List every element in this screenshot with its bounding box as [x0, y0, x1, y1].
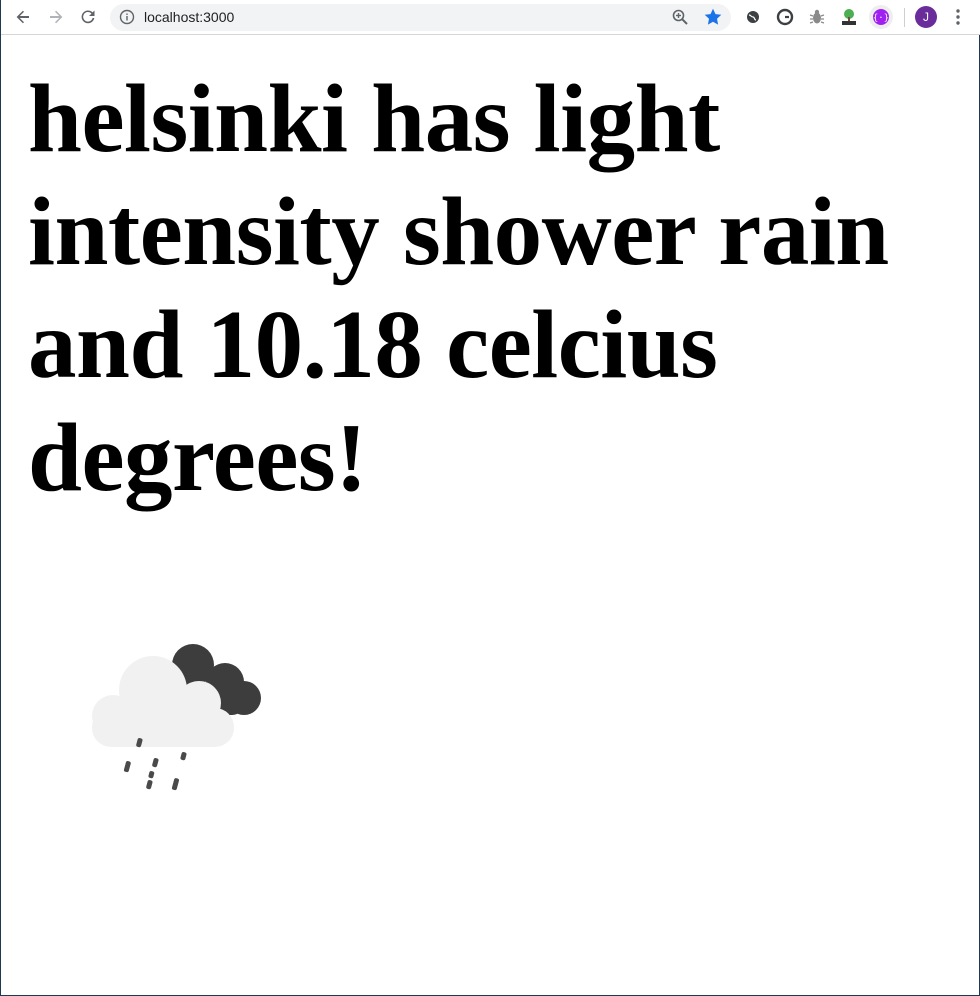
- address-bar[interactable]: localhost:3000: [110, 4, 731, 31]
- light-intensity-shower-rain-icon: [92, 644, 261, 791]
- url-text[interactable]: localhost:3000: [144, 9, 234, 26]
- browser-toolbar: localhost:3000 {·} J: [1, 0, 980, 35]
- weather-headline: helsinki has light intensity shower rain…: [28, 65, 889, 511]
- extension-html-tree[interactable]: [839, 7, 859, 27]
- extension-graphql[interactable]: {·}: [869, 5, 893, 29]
- tree-icon: [842, 9, 856, 25]
- reload-button[interactable]: [76, 5, 100, 29]
- info-icon[interactable]: [119, 9, 135, 25]
- back-button[interactable]: [11, 5, 35, 29]
- extension-bug[interactable]: [807, 7, 827, 27]
- globe-icon: [747, 11, 759, 23]
- arrow-right-icon: [50, 10, 63, 24]
- g-circle-icon: [776, 8, 794, 26]
- forward-button[interactable]: [44, 5, 68, 29]
- toolbar-separator: [904, 8, 905, 27]
- purple-braces-icon: {·}: [873, 9, 889, 25]
- zoom-icon[interactable]: [671, 8, 689, 26]
- svg-text:{·}: {·}: [873, 14, 889, 24]
- bug-icon: [809, 9, 825, 24]
- reload-icon: [81, 10, 95, 24]
- bookmark-star-icon[interactable]: [703, 7, 723, 27]
- kebab-menu-icon[interactable]: [951, 7, 965, 27]
- profile-avatar[interactable]: J: [915, 6, 937, 28]
- browser-window: localhost:3000 {·} J helsinki has light …: [0, 0, 980, 996]
- extension-globe[interactable]: [743, 7, 763, 27]
- extension-grammarly[interactable]: [775, 7, 795, 27]
- arrow-left-icon: [16, 10, 29, 24]
